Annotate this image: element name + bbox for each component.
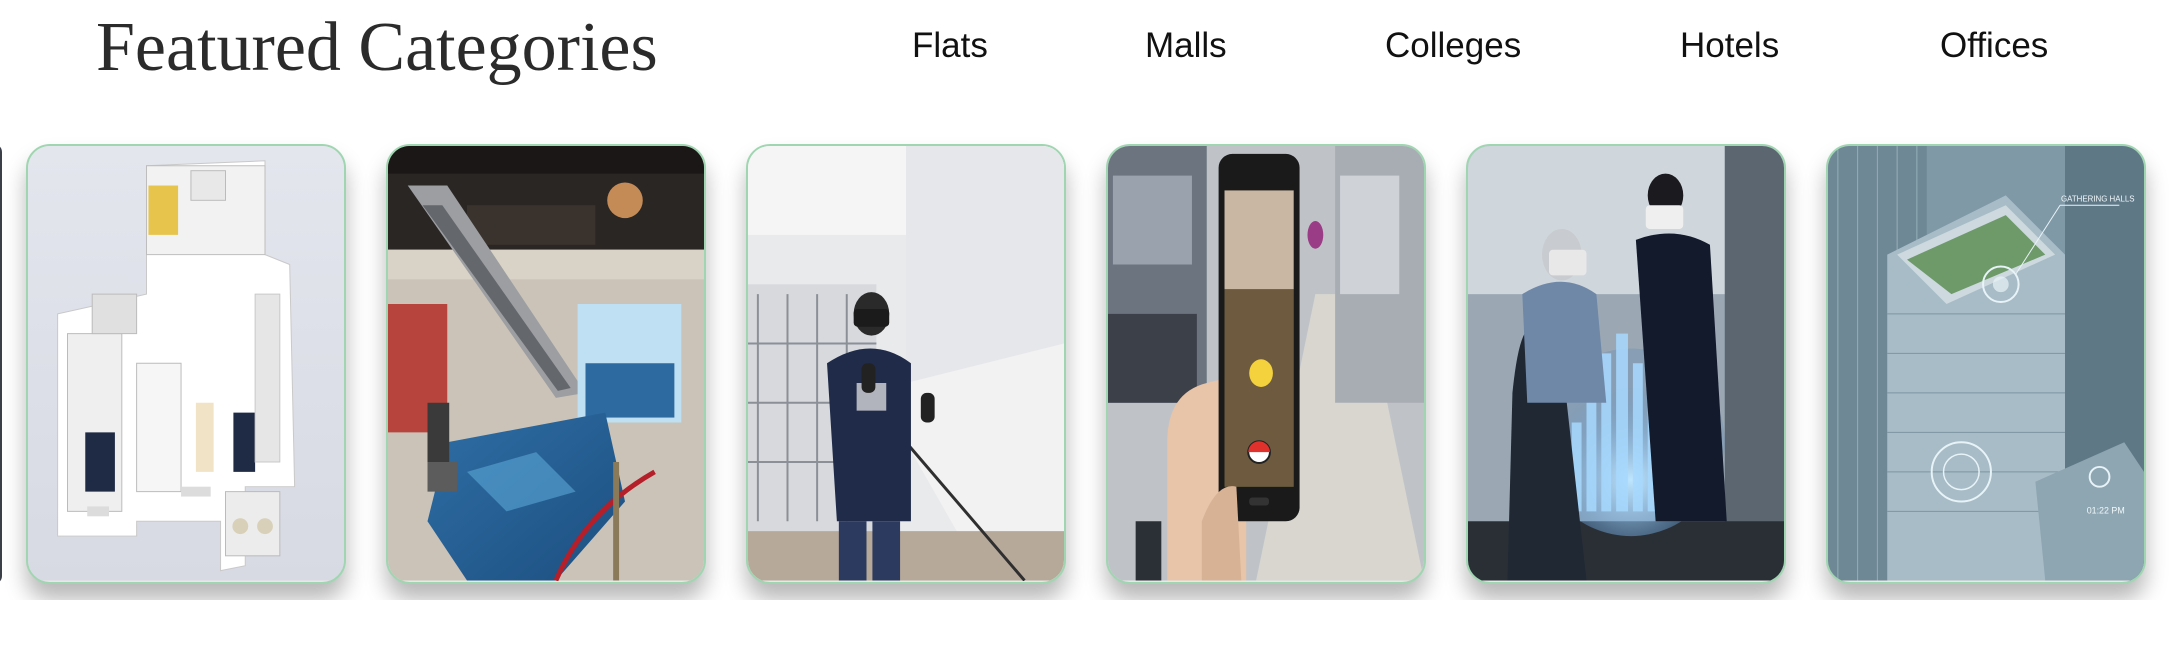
overlay-time: 01:22 PM (2087, 505, 2125, 515)
overlay-label: GATHERING HALLS (2061, 194, 2135, 203)
ar-phone-image (1108, 146, 1424, 581)
page-title: Featured Categories (96, 9, 658, 86)
tab-offices[interactable]: Offices (1940, 22, 2048, 70)
previous-card-peek[interactable] (0, 144, 2, 584)
smart-building-image: GATHERING HALLS 01:22 PM (1828, 146, 2144, 581)
vr-user-image (748, 146, 1064, 581)
floor-plan-image (28, 146, 344, 581)
tab-colleges[interactable]: Colleges (1385, 22, 1521, 70)
header: Featured Categories Flats Malls Colleges… (0, 0, 2170, 110)
category-carousel[interactable]: GATHERING HALLS 01:22 PM (0, 130, 2170, 600)
category-card-malls[interactable] (386, 144, 706, 584)
tab-flats[interactable]: Flats (912, 22, 988, 70)
tab-malls[interactable]: Malls (1145, 22, 1227, 70)
tab-hotels[interactable]: Hotels (1680, 22, 1779, 70)
category-card-buildings[interactable]: GATHERING HALLS 01:22 PM (1826, 144, 2146, 584)
category-card-hotels[interactable] (1106, 144, 1426, 584)
category-card-offices[interactable] (1466, 144, 1786, 584)
mall-interior-image (388, 146, 704, 581)
category-card-colleges[interactable] (746, 144, 1066, 584)
hologram-city-image (1468, 146, 1784, 581)
category-card-flats[interactable] (26, 144, 346, 584)
